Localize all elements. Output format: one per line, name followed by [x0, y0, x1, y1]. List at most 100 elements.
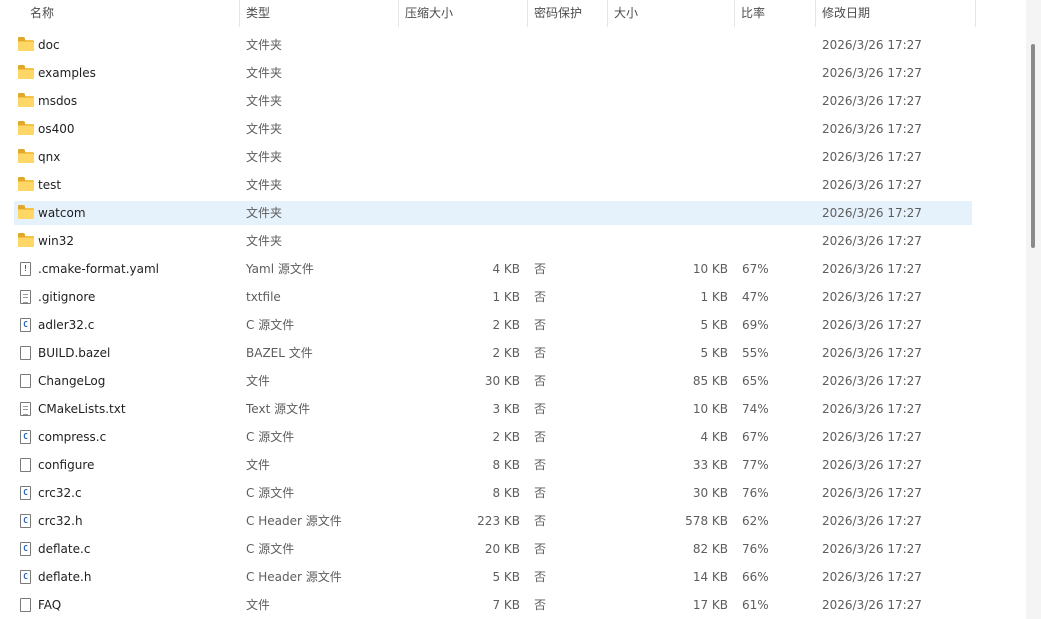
scrollbar-thumb[interactable] — [1031, 44, 1035, 248]
table-row[interactable]: Cdeflate.c C 源文件 20 KB 否 82 KB 76% 2026/3/26 1… — [14, 537, 972, 561]
compressed-size — [402, 229, 520, 253]
password-protected: 否 — [534, 458, 547, 472]
table-row[interactable]: ChangeLog 文件 30 KB 否 85 KB 65% 2026/3/26 17:27 — [14, 369, 972, 393]
file-size — [608, 173, 728, 197]
table-row[interactable]: Cadler32.c C 源文件 2 KB 否 5 KB 69% 2026/3/26 17:… — [14, 313, 972, 337]
file-size: 5 KB — [700, 318, 728, 332]
file-name: deflate.c — [38, 542, 91, 556]
table-row[interactable]: qnx 文件夹 2026/3/26 17:27 — [14, 145, 972, 169]
c-file-icon: C — [20, 514, 31, 528]
c-file-icon: C — [20, 570, 31, 584]
file-size: 85 KB — [692, 374, 728, 388]
modified-date: 2026/3/26 17:27 — [822, 66, 922, 80]
modified-date: 2026/3/26 17:27 — [822, 38, 922, 52]
file-name: crc32.c — [38, 486, 82, 500]
password-protected: 否 — [534, 346, 547, 360]
column-divider[interactable] — [975, 0, 976, 27]
modified-date: 2026/3/26 17:27 — [822, 262, 922, 276]
table-row[interactable]: os400 文件夹 2026/3/26 17:27 — [14, 117, 972, 141]
file-type: Yaml 源文件 — [246, 262, 314, 276]
compression-ratio: 66% — [742, 570, 769, 584]
modified-date: 2026/3/26 17:27 — [822, 374, 922, 388]
table-row[interactable]: doc 文件夹 2026/3/26 17:27 — [14, 33, 972, 57]
column-header-compressed-size[interactable]: 压缩大小 — [399, 0, 527, 27]
file-list-view: ^ 名称 类型 压缩大小 密码保护 大小 比率 修改日期 doc 文件夹 2026/… — [0, 0, 1041, 619]
column-header-ratio[interactable]: 比率 — [735, 0, 815, 27]
column-header-modified[interactable]: 修改日期 — [816, 0, 974, 27]
table-row[interactable]: win32 文件夹 2026/3/26 17:27 — [14, 229, 972, 253]
file-size — [608, 89, 728, 113]
compression-ratio — [742, 201, 812, 225]
column-header-password[interactable]: 密码保护 — [528, 0, 607, 27]
table-row[interactable]: Ccrc32.c C 源文件 8 KB 否 30 KB 76% 2026/3/26 17:2… — [14, 481, 972, 505]
compressed-size: 1 KB — [492, 290, 520, 304]
modified-date: 2026/3/26 17:27 — [822, 430, 922, 444]
file-name: qnx — [38, 150, 61, 164]
file-size: 30 KB — [692, 486, 728, 500]
modified-date: 2026/3/26 17:27 — [822, 346, 922, 360]
table-row[interactable]: Ccrc32.h C Header 源文件 223 KB 否 578 KB 62% 2026… — [14, 509, 972, 533]
modified-date: 2026/3/26 17:27 — [822, 486, 922, 500]
password-protected — [534, 229, 604, 253]
table-row[interactable]: BUILD.bazel BAZEL 文件 2 KB 否 5 KB 55% 2026/3/26… — [14, 341, 972, 365]
compressed-size — [402, 117, 520, 141]
folder-icon — [18, 121, 34, 135]
file-size: 578 KB — [685, 514, 728, 528]
file-size: 14 KB — [692, 570, 728, 584]
compression-ratio — [742, 33, 812, 57]
table-row[interactable]: test 文件夹 2026/3/26 17:27 — [14, 173, 972, 197]
blank-file-icon — [20, 374, 31, 388]
table-row[interactable]: ! .cmake-format.yaml Yaml 源文件 4 KB 否 10 KB 67%… — [14, 257, 972, 281]
compression-ratio: 69% — [742, 318, 769, 332]
compressed-size: 3 KB — [492, 402, 520, 416]
compressed-size — [402, 145, 520, 169]
compression-ratio — [742, 173, 812, 197]
file-type: 文件夹 — [246, 234, 283, 248]
table-row[interactable]: examples 文件夹 2026/3/26 17:27 — [14, 61, 972, 85]
file-name: FAQ — [38, 598, 62, 612]
password-protected: 否 — [534, 318, 547, 332]
file-type: C 源文件 — [246, 430, 295, 444]
file-name: .gitignore — [38, 290, 96, 304]
table-row[interactable]: FAQ 文件 7 KB 否 17 KB 61% 2026/3/26 17:27 — [14, 593, 972, 617]
file-size: 4 KB — [700, 430, 728, 444]
c-file-icon: C — [20, 486, 31, 500]
compressed-size: 30 KB — [484, 374, 520, 388]
modified-date: 2026/3/26 17:27 — [822, 458, 922, 472]
modified-date: 2026/3/26 17:27 — [822, 290, 922, 304]
blank-file-icon — [20, 598, 31, 612]
compressed-size: 2 KB — [492, 346, 520, 360]
compressed-size: 2 KB — [492, 430, 520, 444]
file-type: C Header 源文件 — [246, 514, 342, 528]
c-file-icon: C — [20, 430, 31, 444]
file-type: Text 源文件 — [246, 402, 311, 416]
password-protected — [534, 145, 604, 169]
file-name: test — [38, 178, 62, 192]
table-row[interactable]: Cdeflate.h C Header 源文件 5 KB 否 14 KB 66% 2026/… — [14, 565, 972, 589]
column-header-name[interactable]: 名称 — [24, 0, 240, 27]
modified-date: 2026/3/26 17:27 — [822, 150, 922, 164]
vertical-scrollbar[interactable] — [1026, 0, 1041, 619]
column-header-size[interactable]: 大小 — [608, 0, 734, 27]
folder-icon — [18, 93, 34, 107]
file-type: 文件夹 — [246, 66, 283, 80]
table-row[interactable]: msdos 文件夹 2026/3/26 17:27 — [14, 89, 972, 113]
compressed-size — [402, 201, 520, 225]
compressed-size — [402, 89, 520, 113]
table-row[interactable]: Ccompress.c C 源文件 2 KB 否 4 KB 67% 2026/3/26 17… — [14, 425, 972, 449]
modified-date: 2026/3/26 17:27 — [822, 178, 922, 192]
modified-date: 2026/3/26 17:27 — [822, 402, 922, 416]
file-name: configure — [38, 458, 95, 472]
table-row[interactable]: configure 文件 8 KB 否 33 KB 77% 2026/3/26 17:27 — [14, 453, 972, 477]
table-row[interactable]: watcom 文件夹 2026/3/26 17:27 — [14, 201, 972, 225]
folder-icon — [18, 65, 34, 79]
password-protected: 否 — [534, 486, 547, 500]
file-type: 文件 — [246, 458, 271, 472]
text-file-icon — [20, 402, 31, 416]
table-row[interactable]: CMakeLists.txt Text 源文件 3 KB 否 10 KB 74% 2026/… — [14, 397, 972, 421]
table-row[interactable]: .gitignore txtfile 1 KB 否 1 KB 47% 2026/3/26 1… — [14, 285, 972, 309]
compressed-size: 4 KB — [492, 262, 520, 276]
file-name: watcom — [38, 206, 86, 220]
file-name: BUILD.bazel — [38, 346, 111, 360]
column-header-type[interactable]: 类型 — [240, 0, 398, 27]
